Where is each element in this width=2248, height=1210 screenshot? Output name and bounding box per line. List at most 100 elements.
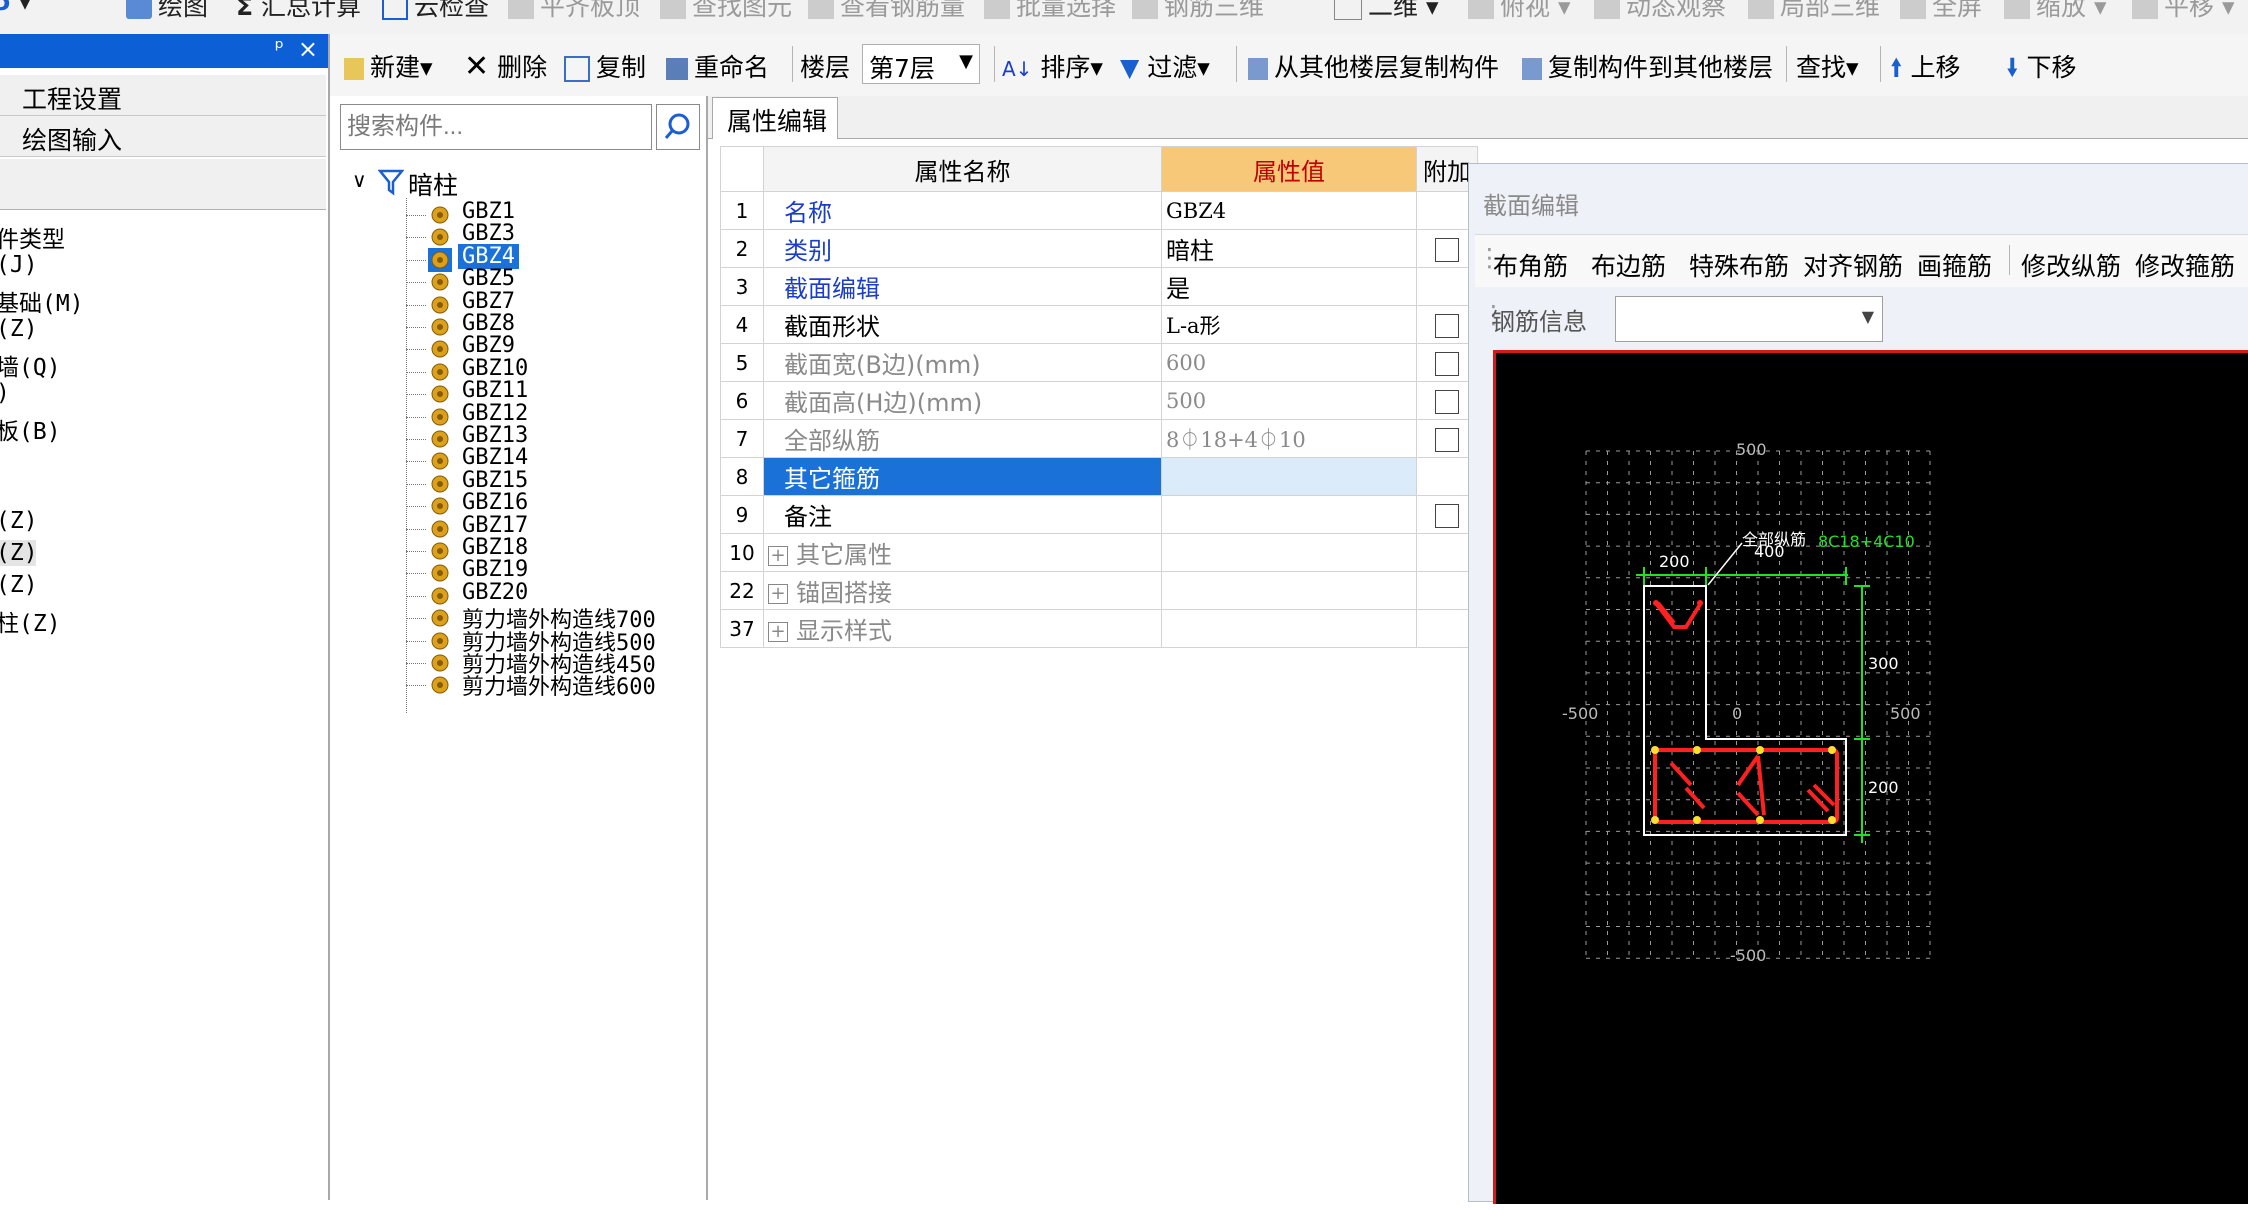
tool-align-rebar[interactable]: 对齐钢筋 <box>1803 247 1903 283</box>
property-value[interactable] <box>1161 457 1417 496</box>
nav-item-column[interactable]: 柱(Z) <box>0 604 61 638</box>
dynamic-view-button[interactable]: 动态观察 <box>1594 0 1726 23</box>
summary-calc-button[interactable]: Σ 汇总计算 <box>236 0 361 23</box>
nav-item-component-type[interactable]: 件类型 <box>0 220 65 254</box>
table-row-group[interactable]: 37 + 显示样式 <box>720 609 1478 648</box>
table-row[interactable]: 2 类别 暗柱 <box>720 229 1478 268</box>
section-canvas[interactable]: 500 -500 -500 500 0 200 400 300 200 全部纵筋… <box>1493 350 2248 1204</box>
fullscreen-button[interactable]: 全屏 <box>1900 0 1982 23</box>
project-settings-button[interactable]: 工程设置 <box>0 75 326 116</box>
extra-checkbox[interactable] <box>1435 503 1459 528</box>
extra-checkbox[interactable] <box>1435 313 1459 338</box>
table-row[interactable]: 9 备注 <box>720 495 1478 534</box>
property-group: + 锚固搭接 <box>763 571 1162 610</box>
component-gear-icon <box>428 203 452 227</box>
tool-edge-rebar[interactable]: 布边筋 <box>1591 247 1666 283</box>
extra-checkbox[interactable] <box>1435 389 1459 414</box>
align-slab-top-button[interactable]: 平齐板顶 <box>508 0 640 23</box>
property-value[interactable]: 暗柱 <box>1161 229 1417 268</box>
batch-select-button[interactable]: 批量选择 <box>984 0 1116 23</box>
tool-corner-rebar[interactable]: 布角筋 <box>1493 247 1568 283</box>
nav-item-paren[interactable]: ) <box>0 380 10 406</box>
table-row[interactable]: 7 全部纵筋 8⏀18+4⏀10 <box>720 419 1478 458</box>
property-value[interactable]: GBZ4 <box>1161 191 1417 230</box>
nav-item-z4[interactable]: (Z) <box>0 572 38 598</box>
section-drawing: 500 -500 -500 500 0 200 400 300 200 全部纵筋… <box>1562 440 1931 965</box>
component-gear-icon <box>428 517 452 541</box>
pin-icon[interactable]: ᵖ <box>275 36 284 61</box>
table-row[interactable]: 3 截面编辑 是 <box>720 267 1478 306</box>
copy-button[interactable]: 复制 <box>564 48 646 84</box>
tool-draw-stirrup[interactable]: 画箍筋 <box>1917 247 1992 283</box>
search-button[interactable] <box>656 104 700 150</box>
nav-item-z3-selected[interactable]: (Z) <box>0 540 38 566</box>
view-rebar-qty-button[interactable]: 查看钢筋量 <box>808 0 965 23</box>
row-number: 9 <box>720 495 764 534</box>
property-value[interactable]: 8⏀18+4⏀10 <box>1161 419 1417 458</box>
table-row[interactable]: 4 截面形状 L-a形 <box>720 305 1478 344</box>
extra-checkbox[interactable] <box>1435 237 1459 262</box>
tree-connector <box>406 327 426 328</box>
delete-button[interactable]: ✕ 删除 <box>464 48 547 84</box>
property-value[interactable]: 是 <box>1161 267 1417 306</box>
rebar-3d-button[interactable]: 钢筋三维 <box>1132 0 1264 23</box>
table-row-selected[interactable]: 8 其它箍筋 <box>720 457 1478 496</box>
table-row[interactable]: 6 截面高(H边)(mm) 500 <box>720 381 1478 420</box>
expand-icon[interactable]: + <box>768 584 788 604</box>
find-button[interactable]: 查找▾ <box>1796 48 1859 84</box>
tool-modify-stirrup[interactable]: 修改箍筋 <box>2135 247 2235 283</box>
component-gear-icon <box>428 293 452 317</box>
filter-button[interactable]: ▼ 过滤▾ <box>1120 48 1210 84</box>
nav-item-z2[interactable]: (Z) <box>0 508 38 534</box>
drawing-input-button[interactable]: 绘图输入 <box>0 116 326 157</box>
extra-checkbox[interactable] <box>1435 351 1459 376</box>
property-value[interactable]: 600 <box>1161 343 1417 382</box>
dim-label-200-right: 200 <box>1868 778 1899 797</box>
move-up-button[interactable]: 🠙 上移 <box>1890 48 1961 92</box>
move-down-button[interactable]: 🠛 下移 <box>2006 48 2077 92</box>
draw-button[interactable]: 绘图 <box>126 0 208 23</box>
tool-special-rebar[interactable]: 特殊布筋 <box>1689 247 1789 283</box>
find-element-button[interactable]: 查找图元 <box>660 0 792 23</box>
check-icon <box>382 0 408 20</box>
nav-item-z1[interactable]: (Z) <box>0 316 38 342</box>
rename-button[interactable]: 重命名 <box>666 48 769 84</box>
tab-property-edit[interactable]: 属性编辑 <box>712 97 838 140</box>
table-row-group[interactable]: 22 + 锚固搭接 <box>720 571 1478 610</box>
local-3d-icon <box>1748 0 1774 19</box>
tool-modify-longitudinal[interactable]: 修改纵筋 <box>2021 247 2121 283</box>
filter-icon: ▼ <box>1120 53 1140 82</box>
tree-guide-line <box>406 198 407 713</box>
tree-connector <box>406 237 426 239</box>
copy-to-floor-button[interactable]: 复制构件到其他楼层 <box>1522 48 1773 84</box>
copy-from-floor-button[interactable]: 从其他楼层复制构件 <box>1248 48 1499 84</box>
property-value[interactable]: 500 <box>1161 381 1417 420</box>
table-row-group[interactable]: 10 + 其它属性 <box>720 533 1478 572</box>
local-3d-button[interactable]: 局部三维 <box>1748 0 1880 23</box>
nav-item-slab[interactable]: 板(B) <box>0 412 61 446</box>
table-row[interactable]: 1 名称 GBZ4 <box>720 191 1478 230</box>
nav-item-foundation[interactable]: 基础(M) <box>0 284 84 318</box>
zoom-dropdown[interactable]: 缩放 ▾ <box>2004 0 2107 23</box>
nav-item-wall[interactable]: 墙(Q) <box>0 348 61 382</box>
nav-item-j[interactable]: (J) <box>0 252 38 278</box>
close-icon[interactable]: × <box>298 35 318 63</box>
extra-checkbox[interactable] <box>1435 427 1459 452</box>
pan-dropdown[interactable]: 平移 ▾ <box>2132 0 2235 23</box>
rebar-info-select[interactable]: ▼ <box>1615 296 1883 342</box>
arrow-down-icon: 🠛 <box>2006 53 2019 82</box>
property-value[interactable]: L-a形 <box>1161 305 1417 344</box>
expand-icon[interactable]: + <box>768 546 788 566</box>
new-icon <box>344 58 364 80</box>
floor-select[interactable]: 第7层 ▼ <box>862 44 980 84</box>
undo-dropdown[interactable]: ↄ ▾ <box>0 0 31 16</box>
view-2d-dropdown[interactable]: 二维 ▾ <box>1334 0 1439 23</box>
table-row[interactable]: 5 截面宽(B边)(mm) 600 <box>720 343 1478 382</box>
search-input[interactable] <box>341 105 647 149</box>
top-view-dropdown[interactable]: 俯视 ▾ <box>1468 0 1571 23</box>
expand-icon[interactable]: + <box>768 622 788 642</box>
sort-button[interactable]: A↓ 排序▾ <box>1002 48 1103 84</box>
new-button[interactable]: 新建▾ <box>344 48 433 84</box>
cloud-check-button[interactable]: 云检查 <box>382 0 489 23</box>
property-value[interactable] <box>1161 495 1417 534</box>
